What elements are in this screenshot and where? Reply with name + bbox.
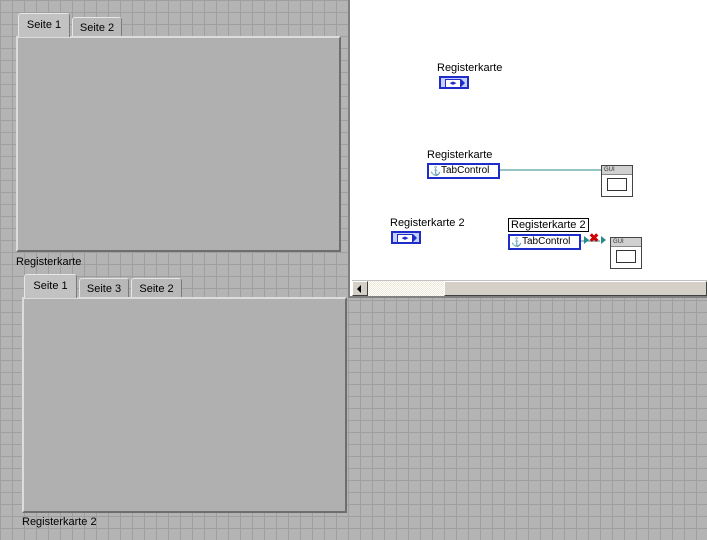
broken-wire-icon[interactable]: ✖ — [589, 232, 599, 244]
terminal-arrow-icon — [413, 234, 417, 242]
tab-control-1-page[interactable] — [16, 36, 341, 252]
gui-subvi-1-header: GUI — [602, 166, 632, 175]
gui-subvi-2-header: GUI — [611, 238, 641, 247]
wire-arrow-icon — [601, 236, 606, 244]
ref-node-2[interactable]: ⚓ TabControl — [508, 234, 581, 250]
arrow-left-icon — [357, 285, 361, 293]
terminal-2-label: Registerkarte 2 — [390, 217, 465, 229]
gui-subvi-2-icon — [616, 250, 636, 263]
tab-control-2-caption: Registerkarte 2 — [22, 516, 97, 528]
block-diagram-canvas[interactable]: Registerkarte ◂▸ Registerkarte ⚓ TabCont… — [348, 0, 707, 298]
tab-terminal-2[interactable]: ◂▸ — [391, 231, 421, 244]
horizontal-scrollbar[interactable] — [352, 280, 707, 296]
ref-node-2-type: TabControl — [522, 236, 571, 247]
gui-subvi-2[interactable]: GUI — [610, 237, 642, 269]
scroll-left-button[interactable] — [352, 281, 368, 296]
tab-control-2-tab-seite-2[interactable]: Seite 2 — [131, 278, 182, 298]
tab-control-1-tab-seite-1[interactable]: Seite 1 — [18, 13, 70, 37]
enum-icon: ◂▸ — [397, 234, 413, 243]
tab-control-2-page[interactable] — [22, 297, 347, 513]
tab-control-1-caption: Registerkarte — [16, 256, 82, 268]
tab-control-2-tab-seite-1[interactable]: Seite 1 — [24, 274, 77, 298]
ref-node-2-label: Registerkarte 2 — [508, 218, 589, 232]
wire-layer — [500, 169, 601, 242]
gui-subvi-1[interactable]: GUI — [601, 165, 633, 197]
reference-icon: ⚓ — [511, 237, 523, 247]
tab-control-2-tab-seite-3[interactable]: Seite 3 — [79, 278, 129, 298]
scroll-thumb[interactable] — [444, 281, 707, 296]
tab-control-1-tab-seite-2[interactable]: Seite 2 — [72, 17, 122, 37]
gui-subvi-1-icon — [607, 178, 627, 191]
